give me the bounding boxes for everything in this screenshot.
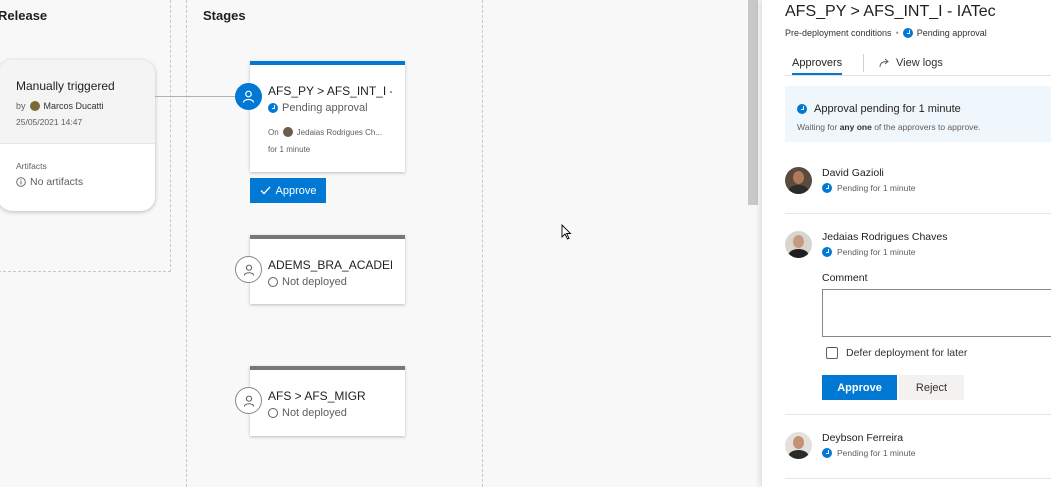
release-column-header: Release: [0, 8, 48, 23]
defer-label: Defer deployment for later: [846, 347, 968, 359]
clock-icon: [822, 183, 832, 193]
approver-divider: [785, 414, 1051, 415]
canvas-scrollbar[interactable]: [748, 0, 758, 205]
stage-card-afs-py[interactable]: AFS_PY > AFS_INT_I - Pending approval On…: [250, 61, 405, 172]
mouse-cursor-icon: [561, 224, 572, 240]
approver-divider: [785, 213, 1051, 214]
no-artifacts-text: No artifacts: [30, 176, 84, 188]
avatar: [785, 231, 812, 258]
clock-icon: [902, 28, 913, 38]
release-by-prefix: by: [16, 101, 26, 111]
approval-panel: AFS_PY > AFS_INT_I - IATec Pre-deploymen…: [762, 0, 1051, 487]
approver-status: Pending for 1 minute: [822, 448, 915, 458]
stage-approve-label: Approve: [275, 184, 317, 197]
clock-icon: [822, 247, 832, 257]
stage-on-user-name: Jedaias Rodrigues Ch...: [296, 127, 383, 137]
stage-status: Not deployed: [268, 276, 347, 288]
release-author-name: Marcos Ducatti: [43, 101, 104, 111]
user-icon: [243, 264, 254, 276]
stage-status-text: Not deployed: [282, 407, 347, 419]
clock-icon: [268, 103, 278, 113]
stage-title: ADEMS_BRA_ACADEM: [268, 258, 392, 272]
stage-title: AFS_PY > AFS_INT_I -: [268, 84, 392, 98]
banner-description: Waiting for any one of the approvers to …: [797, 122, 981, 132]
tab-view-logs-label: View logs: [896, 57, 943, 69]
stage-status: Not deployed: [268, 407, 347, 419]
tab-approvers[interactable]: Approvers: [792, 57, 843, 75]
checkbox[interactable]: [826, 347, 838, 359]
approver-name: Jedaias Rodrigues Chaves: [822, 231, 948, 243]
stage-status-text: Pending approval: [282, 102, 368, 114]
approver-item: Jedaias Rodrigues Chaves Pending for 1 m…: [785, 231, 948, 258]
stages-column-header: Stages: [203, 8, 246, 23]
defer-deployment-checkbox[interactable]: Defer deployment for later: [826, 347, 967, 359]
comment-textarea[interactable]: [822, 289, 1051, 337]
stage-approve-button[interactable]: Approve: [250, 178, 326, 203]
approver-status: Pending for 1 minute: [822, 183, 915, 193]
pre-deployment-approver-button[interactable]: [235, 256, 262, 283]
banner-title-text: Approval pending for 1 minute: [814, 103, 961, 115]
author-avatar: [29, 101, 40, 111]
reject-button[interactable]: Reject: [899, 375, 964, 400]
banner-title: Approval pending for 1 minute: [797, 103, 961, 115]
approver-status-text: Pending for 1 minute: [837, 247, 916, 257]
tab-separator: [863, 54, 864, 72]
stage-on-user: On Jedaias Rodrigues Ch...: [268, 127, 382, 137]
avatar: [785, 432, 812, 459]
approver-status-text: Pending for 1 minute: [837, 183, 916, 193]
tabs-divider: [785, 75, 1051, 76]
pre-deployment-approver-button[interactable]: [235, 83, 262, 110]
checkmark-icon: [260, 186, 270, 195]
view-logs-icon: [879, 58, 889, 68]
release-author: by Marcos Ducatti: [16, 101, 104, 111]
panel-title: AFS_PY > AFS_INT_I - IATec: [785, 3, 996, 20]
clock-icon: [822, 448, 832, 458]
release-date: 25/05/2021 14:47: [16, 117, 83, 127]
stage-on-prefix: On: [268, 127, 279, 137]
approver-divider: [785, 478, 1051, 479]
pipeline-connector: [155, 96, 235, 97]
stage-card-adems[interactable]: ADEMS_BRA_ACADEM Not deployed: [250, 235, 405, 304]
panel-subtitle: Pre-deployment conditions • Pending appr…: [785, 28, 987, 38]
banner-desc-bold: any one: [839, 122, 872, 132]
approver-name: David Gazioli: [822, 167, 884, 179]
approver-status: Pending for 1 minute: [822, 247, 948, 257]
artifacts-label: Artifacts: [16, 161, 47, 171]
stage-title: AFS > AFS_MIGR: [268, 389, 366, 403]
panel-subtitle-text: Pre-deployment conditions: [785, 28, 892, 38]
approver-status-text: Pending for 1 minute: [837, 448, 916, 458]
stage-status-text: Not deployed: [282, 276, 347, 288]
approve-button[interactable]: Approve: [822, 375, 897, 400]
approver-name: Deybson Ferreira: [822, 432, 904, 444]
panel-subtitle-status: Pending approval: [916, 28, 987, 38]
clock-icon: [797, 104, 807, 114]
pre-deployment-approver-button[interactable]: [235, 387, 262, 414]
approver-item: Deybson Ferreira Pending for 1 minute: [785, 432, 915, 459]
approver-item: David Gazioli Pending for 1 minute: [785, 167, 915, 194]
approval-pending-banner: Approval pending for 1 minute Waiting fo…: [785, 86, 1051, 142]
user-icon: [243, 395, 254, 407]
not-deployed-icon: [268, 277, 278, 287]
info-icon: [16, 177, 26, 187]
no-artifacts: No artifacts: [16, 176, 83, 188]
stage-card-afs-migr[interactable]: AFS > AFS_MIGR Not deployed: [250, 366, 405, 436]
avatar: [785, 167, 812, 194]
user-avatar: [282, 127, 293, 137]
comment-label: Comment: [822, 272, 868, 284]
subtitle-separator: •: [895, 28, 899, 38]
not-deployed-icon: [268, 408, 278, 418]
stage-status: Pending approval: [268, 102, 368, 114]
stage-duration: for 1 minute: [268, 145, 311, 154]
release-card[interactable]: Manually triggered by Marcos Ducatti 25/…: [0, 60, 155, 211]
release-trigger-title: Manually triggered: [16, 79, 115, 93]
tab-view-logs[interactable]: View logs: [879, 57, 943, 69]
user-icon: [242, 90, 255, 103]
banner-desc-suffix: of the approvers to approve.: [874, 122, 981, 132]
banner-desc-prefix: Waiting for: [797, 122, 838, 132]
